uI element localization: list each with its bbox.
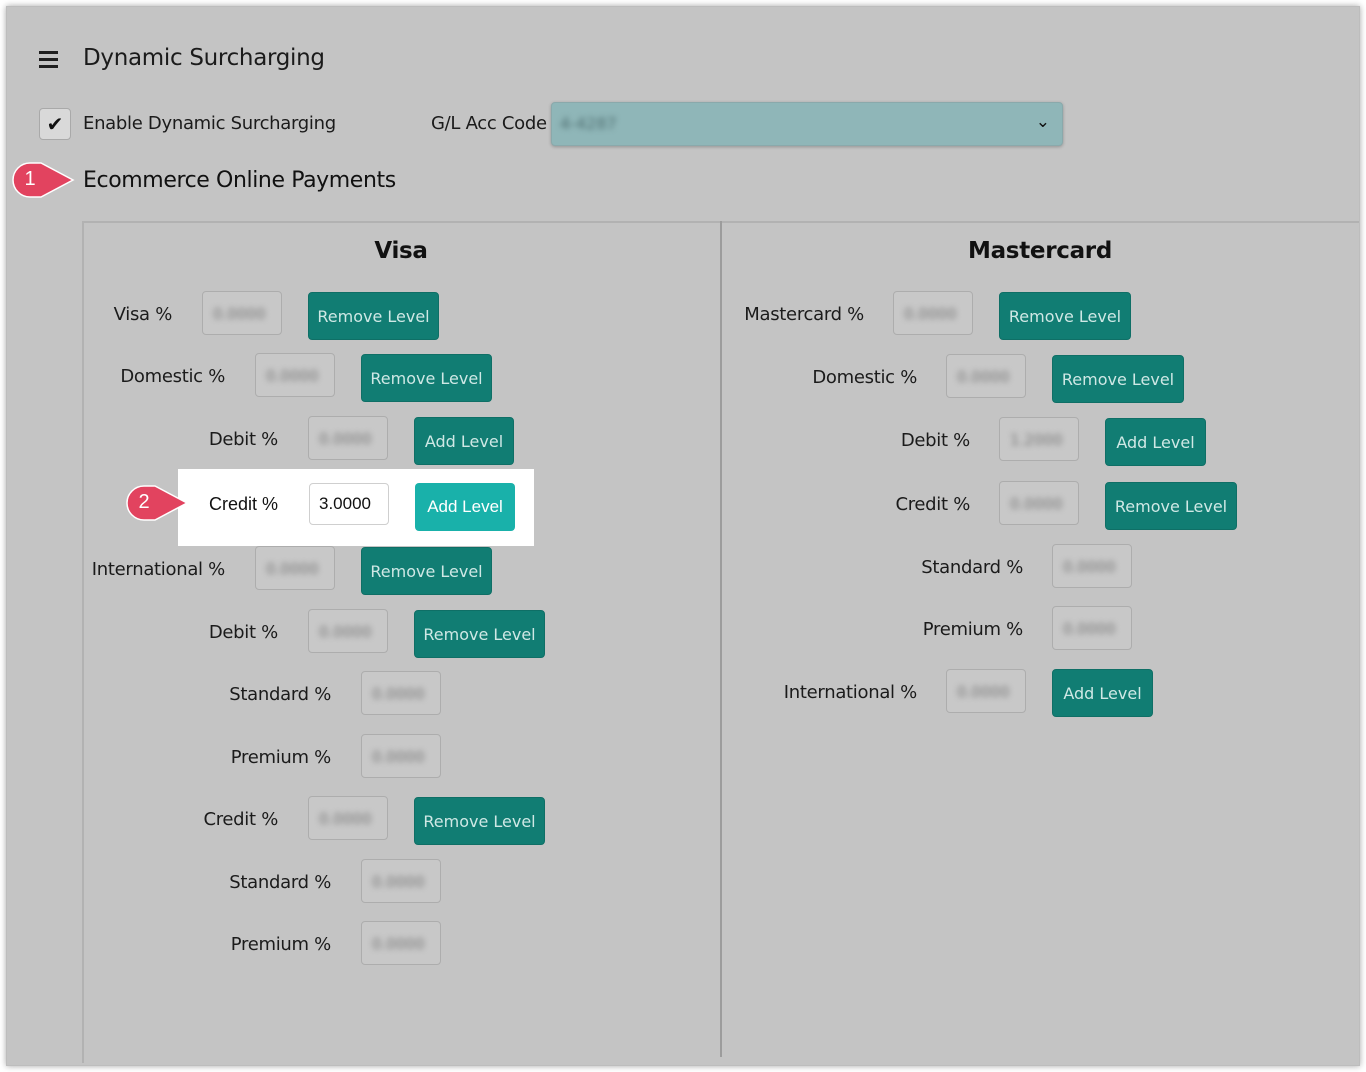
mastercard-remove-level-button[interactable]: Remove Level	[999, 292, 1131, 340]
mastercard-domestic-debit-label: Debit %	[900, 430, 970, 451]
visa-international-credit-input[interactable]: 0.0000	[308, 796, 388, 840]
mastercard-row-label: Mastercard %	[744, 304, 864, 325]
mastercard-international-label: International %	[783, 682, 918, 703]
mastercard-credit-standard-label: Standard %	[921, 557, 1023, 578]
mastercard-credit-premium-label: Premium %	[922, 619, 1024, 640]
visa-international-input[interactable]: 0.0000	[255, 546, 335, 590]
visa-domestic-credit-add-level-button[interactable]: Add Level	[415, 483, 515, 531]
mastercard-domestic-credit-label: Credit %	[895, 494, 970, 515]
visa-intl-credit-standard-input[interactable]: 0.0000	[361, 859, 441, 903]
mastercard-domestic-credit-remove-level-button[interactable]: Remove Level	[1105, 482, 1237, 530]
callout-marker-1: 1	[11, 161, 75, 199]
visa-intl-debit-standard-input[interactable]: 0.0000	[361, 671, 441, 715]
visa-remove-level-button[interactable]: Remove Level	[308, 292, 439, 340]
mastercard-credit-standard-input[interactable]: 0.0000	[1052, 544, 1132, 588]
chevron-down-icon: ⌄	[1035, 112, 1050, 132]
mastercard-international-add-level-button[interactable]: Add Level	[1052, 669, 1153, 717]
page-title: Dynamic Surcharging	[83, 45, 325, 71]
mastercard-domestic-remove-level-button[interactable]: Remove Level	[1052, 355, 1184, 403]
mastercard-international-input[interactable]: 0.0000	[946, 669, 1026, 713]
mastercard-credit-premium-input[interactable]: 0.0000	[1052, 606, 1132, 650]
visa-international-debit-remove-level-button[interactable]: Remove Level	[414, 610, 545, 658]
visa-intl-credit-premium-label: Premium %	[230, 934, 332, 955]
enable-surcharging-checkbox[interactable]: ✔	[39, 108, 71, 140]
visa-domestic-debit-label: Debit %	[208, 429, 278, 450]
mastercard-domestic-input[interactable]: 0.0000	[946, 354, 1026, 398]
enable-surcharging-label: Enable Dynamic Surcharging	[83, 113, 336, 134]
visa-domestic-credit-label: Credit %	[209, 494, 279, 514]
visa-international-remove-level-button[interactable]: Remove Level	[361, 547, 492, 595]
section-title: Ecommerce Online Payments	[83, 168, 396, 193]
visa-domestic-label: Domestic %	[120, 366, 225, 387]
gl-acc-code-select[interactable]: 4-4287 ⌄	[551, 102, 1063, 146]
visa-domestic-debit-input[interactable]: 0.0000	[308, 416, 388, 460]
app-window: Dynamic Surcharging ✔ Enable Dynamic Sur…	[6, 6, 1360, 1066]
visa-international-debit-input[interactable]: 0.0000	[308, 609, 388, 653]
visa-column-title: Visa	[374, 238, 428, 264]
checkmark-icon: ✔	[46, 112, 64, 136]
mastercard-domestic-credit-input[interactable]: 0.0000	[999, 481, 1079, 525]
visa-international-credit-label: Credit %	[203, 809, 278, 830]
visa-percent-input[interactable]: 0.0000	[202, 291, 282, 335]
visa-international-credit-remove-level-button[interactable]: Remove Level	[414, 797, 545, 845]
visa-international-debit-label: Debit %	[208, 622, 278, 643]
callout-marker-2: 2	[125, 484, 189, 522]
visa-domestic-debit-add-level-button[interactable]: Add Level	[414, 417, 514, 465]
visa-intl-debit-standard-label: Standard %	[229, 684, 331, 705]
mastercard-percent-input[interactable]: 0.0000	[893, 291, 973, 335]
visa-domestic-input[interactable]: 0.0000	[255, 353, 335, 397]
visa-domestic-remove-level-button[interactable]: Remove Level	[361, 354, 492, 402]
visa-international-label: International %	[91, 559, 226, 580]
visa-domestic-credit-input[interactable]: 3.0000	[309, 483, 389, 525]
visa-row-label: Visa %	[113, 304, 173, 325]
gl-acc-code-label: G/L Acc Code	[431, 113, 547, 134]
visa-intl-credit-premium-input[interactable]: 0.0000	[361, 921, 441, 965]
mastercard-domestic-debit-input[interactable]: 1.2000	[999, 417, 1079, 461]
visa-intl-credit-standard-label: Standard %	[229, 872, 331, 893]
visa-intl-debit-premium-input[interactable]: 0.0000	[361, 734, 441, 778]
mastercard-domestic-label: Domestic %	[812, 367, 917, 388]
visa-intl-debit-premium-label: Premium %	[230, 747, 332, 768]
mastercard-domestic-debit-add-level-button[interactable]: Add Level	[1105, 418, 1206, 466]
gl-acc-code-value: 4-4287	[560, 114, 617, 133]
mastercard-column-title: Mastercard	[968, 238, 1112, 264]
hamburger-icon[interactable]	[39, 51, 59, 69]
